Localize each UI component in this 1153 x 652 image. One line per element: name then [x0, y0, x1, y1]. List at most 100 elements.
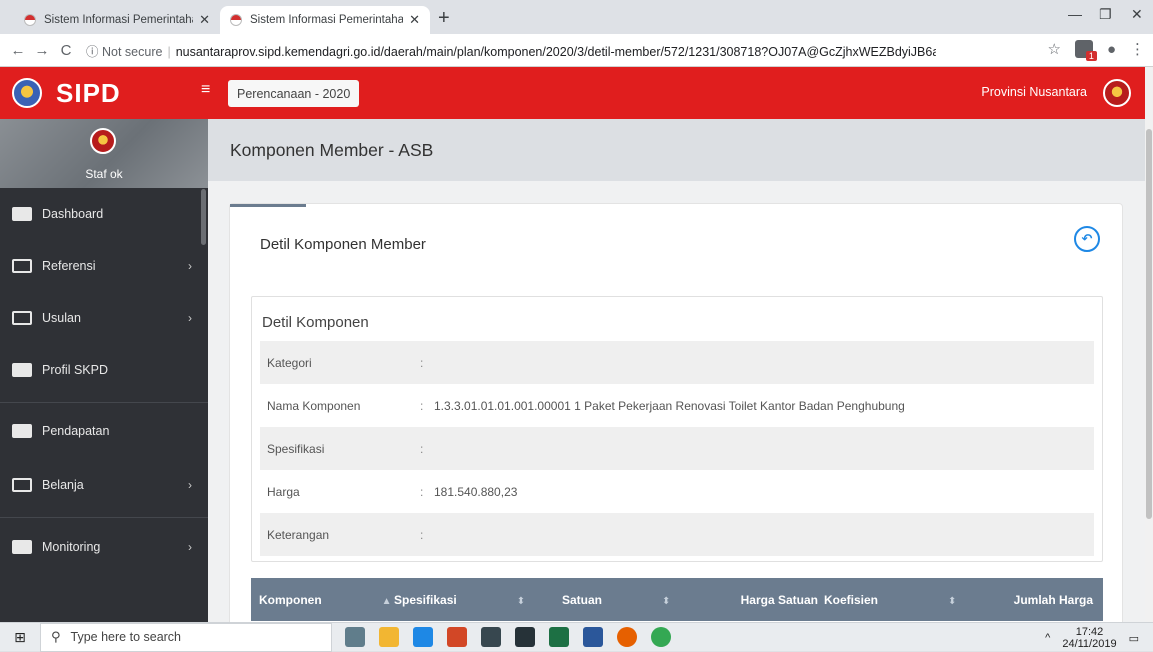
column-header-koefisien[interactable]: Koefisien ⬍: [818, 593, 958, 607]
card-title: Detil Komponen Member: [260, 236, 426, 253]
close-window-icon[interactable]: ✕: [1131, 6, 1143, 23]
hamburger-icon[interactable]: ≡: [201, 81, 210, 99]
system-clock[interactable]: 17:42 24/11/2019: [1062, 626, 1116, 650]
extension-icon[interactable]: 1: [1074, 40, 1097, 61]
detail-heading: Detil Komponen: [262, 314, 369, 331]
detail-row-spesifikasi: Spesifikasi :: [260, 427, 1094, 470]
sort-icon: ⬍: [948, 595, 957, 607]
sidebar-item-monitoring[interactable]: Monitoring ›: [0, 518, 208, 576]
detail-box: Detil Komponen Kategori : Nama Komponen …: [251, 296, 1103, 562]
bookmark-star-icon[interactable]: ☆: [1047, 40, 1060, 58]
address-bar: ← → C ⓘ Not secure | nusantaraprov.sipd.ke…: [0, 34, 1153, 67]
windows-start-icon[interactable]: ⊞: [0, 629, 40, 646]
extension-badge: 1: [1085, 51, 1097, 61]
sidebar-item-usulan[interactable]: Usulan ›: [0, 292, 208, 344]
app-header: SIPD ≡ Perencanaan - 2020 Provinsi Nusan…: [0, 67, 1145, 119]
sort-icon: ⬍: [662, 595, 671, 607]
main-content: Komponen Member - ASB Detil Komponen Mem…: [208, 119, 1145, 622]
sidebar-item-pendapatan[interactable]: Pendapatan: [0, 403, 208, 459]
building-icon: [12, 540, 32, 554]
security-status: Not secure: [102, 44, 163, 59]
browser-tab-1[interactable]: Sistem Informasi Pemerintahan D ✕: [14, 6, 220, 34]
store-icon[interactable]: [481, 627, 501, 647]
file-explorer-icon[interactable]: [379, 627, 399, 647]
notification-icon[interactable]: ▭: [1129, 632, 1139, 645]
sort-up-icon: ▲: [381, 595, 392, 607]
search-icon: ⚲: [51, 629, 61, 644]
restore-icon[interactable]: ❐: [1099, 6, 1112, 23]
cart-icon: [12, 478, 32, 492]
column-header-komponen[interactable]: Komponen ▲: [251, 593, 394, 607]
dashboard-icon: [12, 207, 32, 221]
mail-icon[interactable]: [515, 627, 535, 647]
column-header-satuan[interactable]: Satuan ⬍: [562, 593, 722, 607]
province-logo-icon[interactable]: [1103, 79, 1131, 107]
sidebar-item-referensi[interactable]: Referensi ›: [0, 240, 208, 292]
detail-row-keterangan: Keterangan :: [260, 513, 1094, 556]
chevron-right-icon: ›: [188, 540, 192, 554]
sort-icon: ⬍: [516, 595, 526, 607]
excel-icon[interactable]: [549, 627, 569, 647]
chevron-right-icon: ›: [188, 259, 192, 273]
brand-name: SIPD: [56, 77, 121, 108]
brand[interactable]: SIPD: [0, 67, 208, 119]
column-header-spesifikasi[interactable]: Spesifikasi ⬍: [394, 593, 562, 607]
sidebar-item-profil-skpd[interactable]: Profil SKPD: [0, 344, 208, 396]
powerpoint-icon[interactable]: [447, 627, 467, 647]
page-scrollbar[interactable]: [1145, 67, 1153, 622]
reload-icon[interactable]: C: [54, 42, 78, 59]
new-tab-icon[interactable]: +: [438, 7, 450, 30]
back-button[interactable]: ↶: [1074, 226, 1100, 252]
close-tab-icon[interactable]: ✕: [409, 12, 420, 28]
copy-icon: [12, 259, 32, 273]
back-arrow-icon: ↶: [1081, 231, 1093, 246]
column-header-jumlah-harga[interactable]: Jumlah Harga: [958, 593, 1101, 607]
scrollbar-thumb[interactable]: [1146, 129, 1152, 519]
user-panel: Staf ok: [0, 119, 208, 188]
browser-tab-2[interactable]: Sistem Informasi Pemerintahan D ✕: [220, 6, 430, 34]
browser-tabstrip: Sistem Informasi Pemerintahan D ✕ Sistem…: [0, 0, 1153, 34]
avatar[interactable]: [90, 128, 116, 154]
task-view-icon[interactable]: [345, 627, 365, 647]
id-card-icon: [12, 363, 32, 377]
tab-title: Sistem Informasi Pemerintahan D: [250, 14, 404, 26]
sidebar: Staf ok Dashboard Referensi › Usulan › P…: [0, 119, 208, 622]
comment-icon: [12, 311, 32, 325]
edge-icon[interactable]: [413, 627, 433, 647]
garuda-logo-icon: [12, 78, 42, 108]
card-tab-indicator: [230, 204, 306, 207]
url-text: nusantaraprov.sipd.kemendagri.go.id/daer…: [175, 44, 936, 59]
taskbar-search[interactable]: ⚲ Type here to search: [40, 622, 332, 652]
column-header-harga-satuan[interactable]: Harga Satuan: [722, 593, 818, 607]
page-title: Komponen Member - ASB: [208, 119, 1145, 181]
forward-arrow-icon[interactable]: →: [30, 42, 54, 59]
sidebar-item-belanja[interactable]: Belanja ›: [0, 459, 208, 511]
tab-title: Sistem Informasi Pemerintahan D: [44, 14, 193, 26]
user-name: Staf ok: [85, 167, 123, 181]
profile-icon[interactable]: ●: [1107, 41, 1116, 58]
favicon-icon: [24, 14, 36, 26]
chrome-icon[interactable]: [651, 627, 671, 647]
close-tab-icon[interactable]: ✕: [199, 12, 210, 28]
province-name[interactable]: Provinsi Nusantara: [981, 85, 1087, 99]
chevron-right-icon: ›: [188, 311, 192, 325]
tray-chevron-up-icon[interactable]: ^: [1045, 632, 1050, 644]
menu-kebab-icon[interactable]: ⋮: [1130, 40, 1145, 58]
firefox-icon[interactable]: [617, 627, 637, 647]
back-arrow-icon[interactable]: ←: [6, 42, 30, 59]
detail-row-kategori: Kategori :: [260, 341, 1094, 384]
favicon-icon: [230, 14, 242, 26]
minimize-icon[interactable]: —: [1068, 6, 1082, 22]
chevron-right-icon: ›: [188, 478, 192, 492]
url-field[interactable]: ⓘ Not secure | nusantaraprov.sipd.kemendag…: [86, 41, 936, 60]
money-icon: [12, 424, 32, 438]
windows-taskbar: ⊞ ⚲ Type here to search ^ 17:42 24/11/20…: [0, 622, 1153, 652]
info-icon: ⓘ: [86, 44, 99, 59]
detail-row-nama-komponen: Nama Komponen : 1.3.3.01.01.01.001.00001…: [267, 398, 905, 413]
word-icon[interactable]: [583, 627, 603, 647]
period-selector[interactable]: Perencanaan - 2020: [228, 80, 360, 107]
sidebar-item-dashboard[interactable]: Dashboard: [0, 188, 208, 240]
detail-card: Detil Komponen Member ↶ Detil Komponen K…: [229, 203, 1123, 622]
member-table-header: Komponen ▲ Spesifikasi ⬍ Satuan ⬍ Harga Sat…: [251, 578, 1103, 621]
detail-row-harga: Harga : 181.540.880,23: [267, 484, 518, 499]
